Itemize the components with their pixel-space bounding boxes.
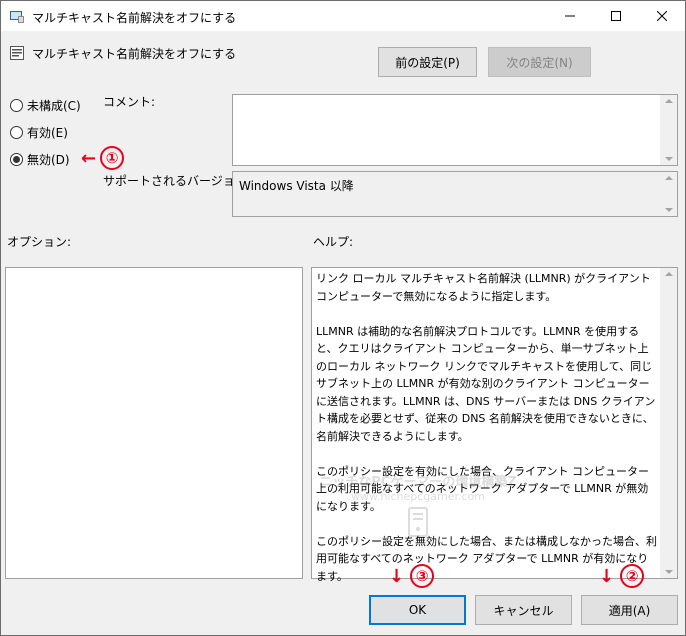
help-scrollbar[interactable] [660,268,677,578]
window-title: マルチキャスト名前解決をオフにする [32,11,237,25]
radio-circle-checked[interactable] [10,153,23,166]
radio-circle[interactable] [10,126,23,139]
supported-scrollbar[interactable] [660,172,677,216]
radio-not-configured[interactable]: 未構成(C) [10,97,81,114]
watermark-url: www.nichepcgamer.com [350,490,486,503]
supported-textbox: Windows Vista 以降 [232,171,678,217]
scroll-up-icon[interactable] [665,272,673,276]
minimize-button[interactable] [547,1,593,31]
scroll-down-icon[interactable] [665,208,673,212]
policy-dialog-window: マルチキャスト名前解決をオフにする マルチキャスト名前解決をオフにする 前の設定… [0,0,686,636]
radio-label: 未構成(C) [27,99,81,113]
apply-button[interactable]: 適用(A) [581,595,678,625]
step-1-badge: ① [100,146,125,170]
comment-textbox[interactable] [232,94,678,166]
site-watermark: ニッチなPCゲーマーの環境構築Z www.nichepcgamer.com [303,471,533,556]
radio-circle[interactable] [10,99,23,112]
radio-enabled[interactable]: 有効(E) [10,124,68,141]
close-button[interactable] [639,1,685,31]
comment-label: コメント: [103,95,156,109]
arrow-left-icon: ← [81,147,97,169]
supported-value: Windows Vista 以降 [239,179,354,193]
annotation-step-1: ← ① [81,146,125,170]
radio-label: 有効(E) [27,126,68,140]
ok-button[interactable]: OK [369,595,466,625]
help-label: ヘルプ: [313,235,354,249]
maximize-button[interactable] [593,1,639,31]
setting-icon [9,45,25,61]
annotation-step-3: ↓ ③ [389,564,435,588]
pc-tower-icon [408,507,428,537]
arrow-down-icon: ↓ [389,565,405,587]
scroll-down-icon[interactable] [665,157,673,161]
radio-label: 無効(D) [27,153,70,167]
options-panel [5,267,303,579]
watermark-title: ニッチなPCゲーマーの環境構築Z [319,475,517,490]
cancel-button[interactable]: キャンセル [475,595,572,625]
scroll-down-icon[interactable] [665,570,673,574]
radio-disabled[interactable]: 無効(D) [10,151,70,168]
step-3-badge: ③ [410,564,435,588]
annotation-step-2: ↓ ② [599,564,645,588]
step-2-badge: ② [620,564,645,588]
policy-app-icon [9,8,25,24]
scroll-up-icon[interactable] [665,99,673,103]
supported-label: サポートされるバージョン: [103,174,251,188]
title-bar[interactable]: マルチキャスト名前解決をオフにする [1,1,685,31]
scroll-up-icon[interactable] [665,176,673,180]
comment-scrollbar[interactable] [660,95,677,165]
options-label: オプション: [7,235,72,249]
next-setting-button[interactable]: 次の設定(N) [488,47,591,77]
setting-title: マルチキャスト名前解決をオフにする [32,47,237,61]
arrow-down-icon: ↓ [599,565,615,587]
previous-setting-button[interactable]: 前の設定(P) [378,47,477,77]
